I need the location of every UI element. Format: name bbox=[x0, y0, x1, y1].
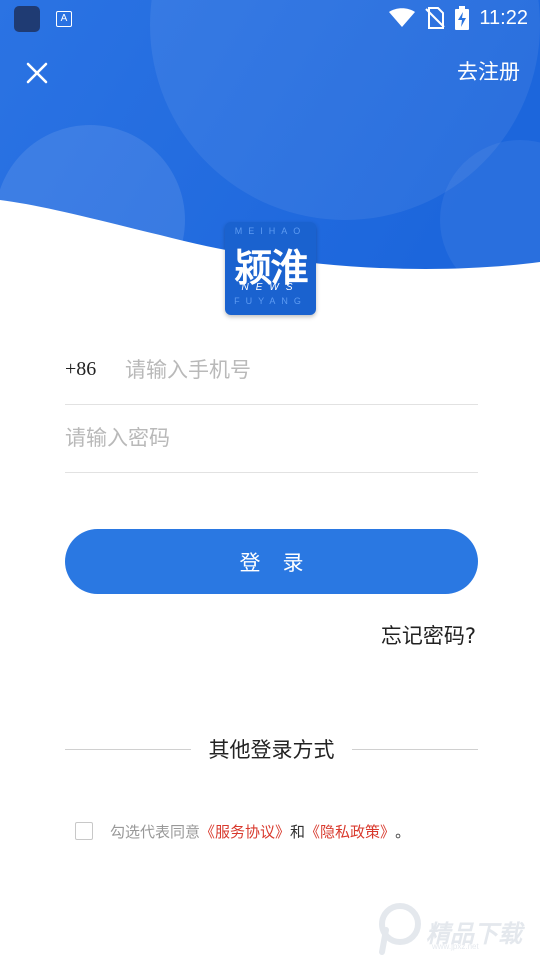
privacy-policy-link[interactable]: 《隐私政策》 bbox=[305, 821, 395, 842]
status-indicators: 11:22 bbox=[389, 6, 528, 30]
register-link[interactable]: 去注册 bbox=[457, 56, 520, 86]
phone-input[interactable] bbox=[125, 350, 475, 390]
no-sim-icon bbox=[425, 7, 446, 29]
agreement-row: 勾选代表同意 《服务协议》 和 《隐私政策》 。 bbox=[75, 820, 410, 842]
other-login-divider: 其他登录方式 bbox=[65, 733, 478, 765]
a-notification-icon: A bbox=[56, 11, 72, 27]
app-logo: MEIHAO 颍淮 NEWS FUYANG bbox=[225, 222, 316, 315]
agreement-and: 和 bbox=[290, 822, 306, 841]
logo-bottom-text: FUYANG bbox=[234, 296, 307, 306]
close-button[interactable] bbox=[22, 58, 52, 88]
agreement-checkbox[interactable] bbox=[75, 822, 93, 840]
agreement-suffix: 。 bbox=[395, 822, 411, 841]
password-input[interactable] bbox=[65, 418, 475, 458]
country-code[interactable]: +86 bbox=[65, 358, 96, 381]
logo-mid-text: NEWS bbox=[241, 282, 300, 293]
battery-charging-icon bbox=[455, 6, 470, 30]
watermark-url: www.jpxz.net bbox=[432, 942, 479, 951]
wifi-icon bbox=[389, 8, 416, 27]
forgot-password-link[interactable]: 忘记密码? bbox=[381, 620, 476, 650]
watermark-logo-icon bbox=[379, 903, 421, 955]
logo-top-text: MEIHAO bbox=[234, 226, 307, 236]
watermark: 精品下载 www.jpxz.net bbox=[376, 900, 536, 956]
login-button[interactable]: 登录 bbox=[65, 529, 478, 594]
divider-line-right bbox=[352, 749, 478, 750]
service-agreement-link[interactable]: 《服务协议》 bbox=[200, 821, 290, 842]
close-icon bbox=[26, 62, 48, 84]
password-field bbox=[65, 404, 478, 473]
phone-field: +86 bbox=[65, 336, 478, 405]
status-bar: A 11:22 bbox=[0, 0, 540, 36]
agreement-prefix: 勾选代表同意 bbox=[110, 822, 201, 841]
app-notification-icon bbox=[14, 6, 40, 32]
status-time: 11:22 bbox=[479, 6, 528, 29]
